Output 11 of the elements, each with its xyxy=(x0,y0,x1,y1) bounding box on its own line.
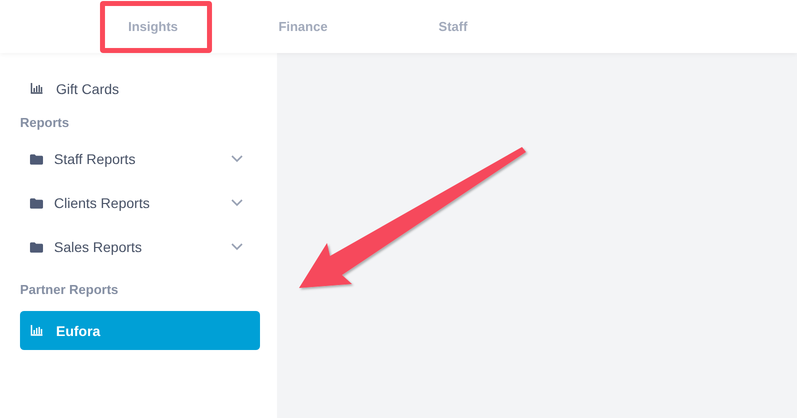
folder-icon xyxy=(30,154,43,164)
chart-icon xyxy=(30,325,43,336)
sidebar-item[interactable]: Gift Cards xyxy=(20,75,260,102)
section-heading: Partner Reports xyxy=(20,281,120,299)
sidebar-item[interactable]: Sales Reports xyxy=(20,225,260,269)
sidebar-item[interactable]: Staff Reports xyxy=(20,137,260,181)
folder-icon xyxy=(30,198,43,208)
section-heading: Reports xyxy=(20,114,70,132)
folder-icon xyxy=(30,242,43,252)
chart-icon xyxy=(30,83,43,94)
sidebar-item[interactable]: Clients Reports xyxy=(20,181,260,225)
